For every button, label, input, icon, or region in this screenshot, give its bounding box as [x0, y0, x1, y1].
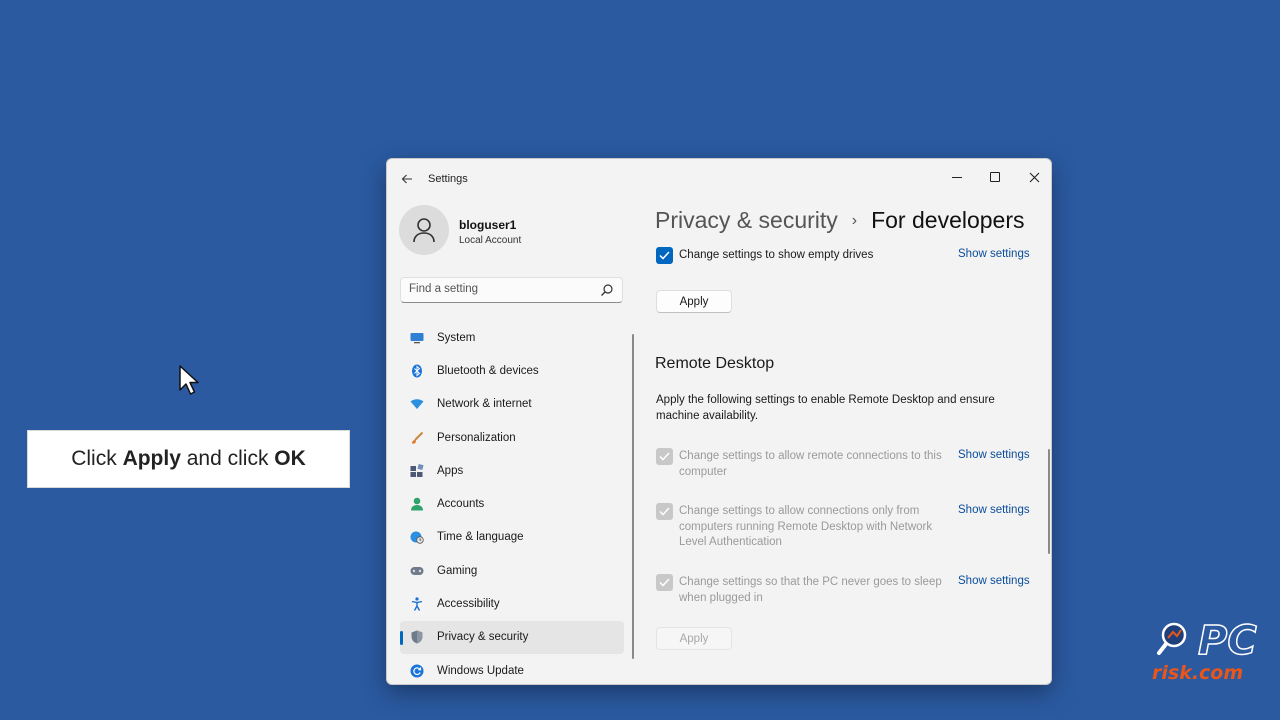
show-settings-link[interactable]: Show settings: [958, 248, 1030, 260]
sidebar-item-network[interactable]: Network & internet: [400, 388, 624, 421]
empty-drives-checkbox[interactable]: [656, 247, 673, 264]
never-sleep-label: Change settings so that the PC never goe…: [679, 576, 942, 604]
watermark-logo: PC risk.com: [1152, 617, 1276, 688]
wifi-icon: [410, 397, 424, 411]
apply-button-disabled[interactable]: Apply: [656, 627, 732, 650]
breadcrumb: Privacy & security › For developers: [655, 207, 1025, 234]
checkmark-icon: [659, 507, 670, 516]
remote-connections-label: Change settings to allow remote connecti…: [679, 450, 942, 478]
sidebar-item-label: Accounts: [437, 498, 485, 511]
checkmark-icon: [659, 578, 670, 587]
nla-label: Change settings to allow connections onl…: [679, 505, 933, 548]
maximize-button[interactable]: [982, 165, 1008, 189]
show-settings-link[interactable]: Show settings: [958, 504, 1030, 516]
sidebar-item-label: Windows Update: [437, 664, 524, 677]
sidebar-item-label: Time & language: [437, 531, 524, 544]
sidebar-item-label: Personalization: [437, 431, 516, 444]
person-icon: [410, 497, 424, 511]
brush-icon: [410, 431, 424, 445]
logo-pc-text: PC: [1197, 617, 1257, 665]
chevron-right-icon: ›: [851, 211, 858, 229]
nla-checkbox[interactable]: [656, 503, 673, 520]
sidebar-item-time-language[interactable]: Time & language: [400, 521, 624, 554]
breadcrumb-parent[interactable]: Privacy & security: [655, 207, 838, 234]
callout-apply: Apply: [122, 447, 181, 470]
minimize-button[interactable]: [944, 165, 970, 189]
sidebar-item-gaming[interactable]: Gaming: [400, 554, 624, 587]
sidebar-item-label: System: [437, 331, 476, 344]
section-description: Apply the following settings to enable R…: [656, 394, 995, 422]
app-title: Settings: [428, 173, 468, 185]
sidebar-item-apps[interactable]: Apps: [400, 454, 624, 487]
sidebar-item-label: Gaming: [437, 564, 478, 577]
sidebar-item-label: Accessibility: [437, 598, 500, 611]
search-icon: [601, 284, 613, 296]
back-button[interactable]: [397, 169, 417, 189]
user-icon: [413, 218, 435, 243]
globe-clock-icon: [410, 530, 424, 545]
sidebar-item-label: Apps: [437, 464, 464, 477]
sidebar-item-accounts[interactable]: Accounts: [400, 487, 624, 520]
back-arrow-icon: [401, 174, 412, 184]
sidebar-item-bluetooth[interactable]: Bluetooth & devices: [400, 354, 624, 387]
checkmark-icon: [659, 452, 670, 461]
sidebar-scrollbar[interactable]: [632, 334, 634, 659]
instruction-callout: Click Apply and click OK: [27, 430, 350, 488]
sidebar-nav: System Bluetooth & devices Network & int…: [400, 321, 624, 684]
monitor-icon: [410, 331, 424, 345]
title-bar: Settings: [387, 159, 1051, 199]
callout-ok: OK: [274, 447, 306, 470]
section-title: Remote Desktop: [655, 355, 775, 372]
sidebar-item-personalization[interactable]: Personalization: [400, 421, 624, 454]
remote-connections-checkbox[interactable]: [656, 448, 673, 465]
search-box[interactable]: [400, 277, 623, 303]
apps-icon: [410, 463, 424, 478]
sidebar-item-label: Privacy & security: [437, 631, 529, 644]
sidebar-item-system[interactable]: System: [400, 321, 624, 354]
empty-drives-label: Change settings to show empty drives: [679, 249, 874, 261]
mouse-cursor-icon: [179, 365, 199, 395]
shield-icon: [410, 630, 424, 644]
maximize-icon: [990, 172, 1000, 182]
show-settings-link[interactable]: Show settings: [958, 449, 1030, 461]
sidebar-item-windows-update[interactable]: Windows Update: [400, 654, 624, 684]
bluetooth-icon: [410, 364, 424, 378]
magnifier-icon: [1157, 622, 1187, 655]
checkmark-icon: [659, 251, 670, 260]
sidebar-item-label: Bluetooth & devices: [437, 364, 539, 377]
page-title: For developers: [871, 207, 1025, 233]
sidebar-item-privacy-security[interactable]: Privacy & security: [400, 620, 624, 654]
close-icon: [1029, 172, 1039, 182]
account-type: Local Account: [459, 235, 522, 246]
accessibility-icon: [410, 597, 424, 611]
callout-middle: and click: [180, 447, 275, 470]
avatar: [399, 205, 449, 255]
gamepad-icon: [410, 564, 424, 578]
sidebar-item-accessibility[interactable]: Accessibility: [400, 587, 624, 620]
sidebar-item-label: Network & internet: [437, 398, 532, 411]
refresh-icon: [410, 664, 424, 678]
apply-button[interactable]: Apply: [656, 290, 732, 313]
search-input[interactable]: [409, 283, 589, 295]
callout-prefix: Click: [71, 447, 123, 470]
minimize-icon: [952, 176, 962, 178]
settings-window: Settings bloguser1 Local Account Find a …: [386, 158, 1052, 685]
content-scrollbar[interactable]: [1048, 449, 1050, 554]
logo-risk-text: risk.com: [1152, 662, 1244, 684]
never-sleep-checkbox[interactable]: [656, 574, 673, 591]
show-settings-link[interactable]: Show settings: [958, 575, 1030, 587]
close-button[interactable]: [1021, 165, 1047, 189]
user-name: bloguser1: [459, 218, 517, 232]
